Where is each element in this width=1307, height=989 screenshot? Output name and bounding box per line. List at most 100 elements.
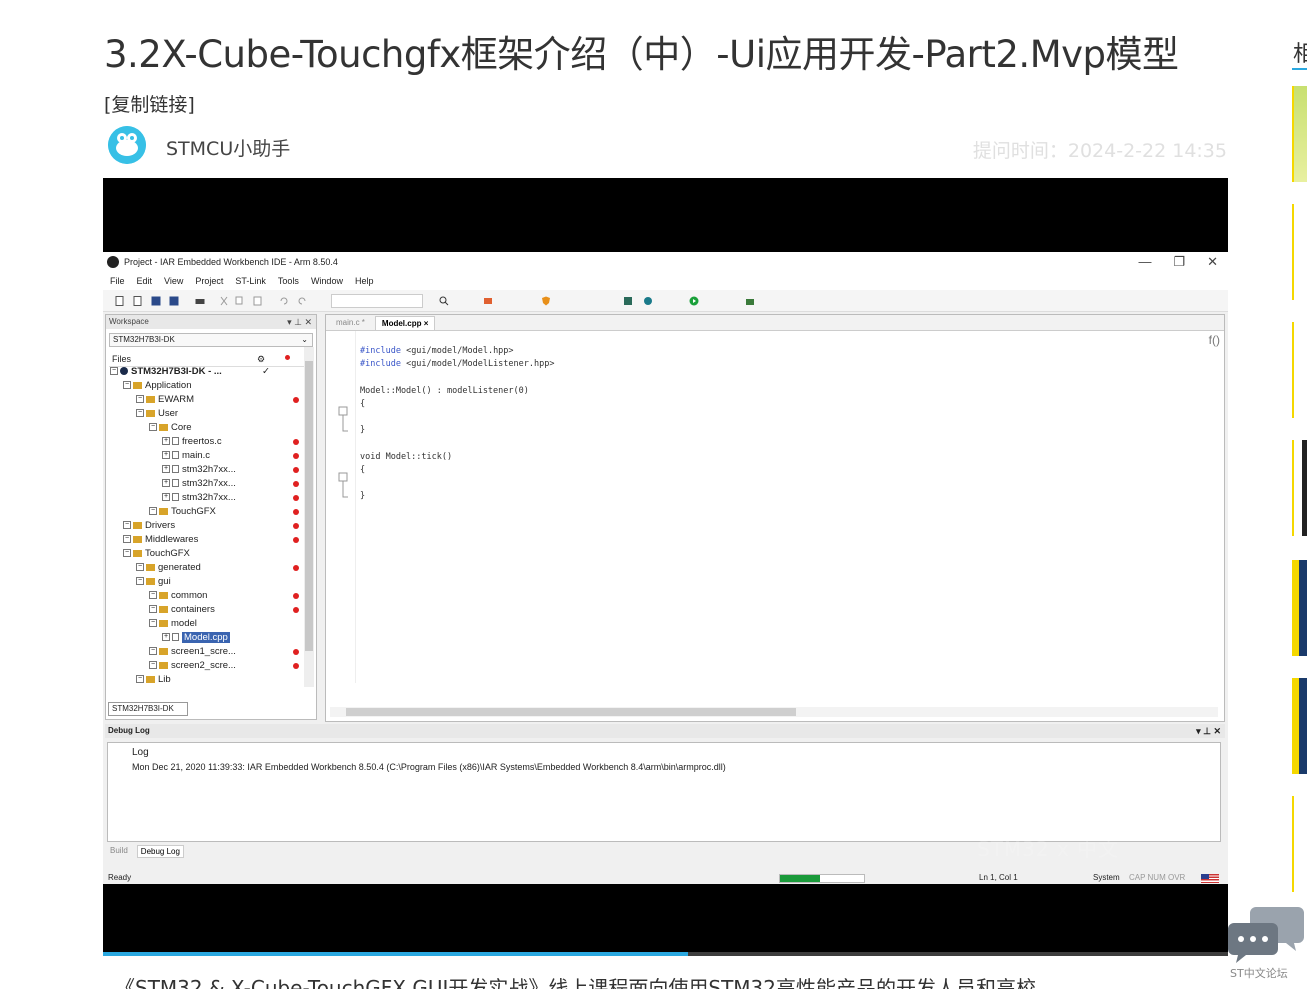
modified-dot-icon	[293, 663, 299, 669]
tree-item-label: TouchGFX	[171, 506, 216, 517]
menu-stlink: ST-Link	[235, 276, 266, 286]
video-player[interactable]: Project - IAR Embedded Workbench IDE - A…	[103, 178, 1228, 956]
folder-icon	[159, 507, 168, 515]
file-icon	[172, 479, 179, 488]
tree-item-label: Application	[145, 380, 192, 391]
code-text: <gui/model/Model.hpp>	[400, 346, 514, 356]
tree-item-label: generated	[158, 562, 201, 573]
code-line: {	[360, 398, 554, 411]
page-root: 3.2X-Cube-Touchgfx框架介绍（中）-Ui应用开发-Part2.M…	[0, 0, 1307, 989]
workspace-controls: ▾ ⊥ ✕	[287, 317, 312, 327]
workspace-scrollbar	[304, 347, 314, 687]
modified-dot-icon	[293, 537, 299, 543]
status-ready: Ready	[108, 873, 132, 882]
code-keyword: #include	[360, 359, 401, 370]
copy-link-button[interactable]: [复制链接]	[104, 90, 195, 117]
author-avatar[interactable]	[108, 126, 146, 164]
tree-item-label: containers	[171, 604, 215, 615]
tree-item: + freertos.c	[110, 435, 300, 449]
fold-marker-icon	[338, 472, 348, 482]
chevron-down-icon: ⌄	[301, 335, 308, 344]
workspace-scroll-thumb	[305, 361, 313, 651]
chat-bubble-icon	[1228, 907, 1304, 963]
expander-icon: −	[136, 563, 144, 572]
tree-item-label: freertos.c	[182, 436, 222, 447]
workspace-config-select: STM32H7B3I-DK ⌄	[109, 333, 313, 347]
debug-log-controls: ▾ ⊥ ✕	[1196, 726, 1221, 736]
debug-log-body: Log Mon Dec 21, 2020 11:39:33: IAR Embed…	[107, 742, 1221, 842]
debug-icon	[644, 297, 652, 305]
tree-item: − TouchGFX	[110, 505, 300, 519]
author-name[interactable]: STMCU小助手	[166, 134, 290, 161]
expander-icon: −	[149, 591, 157, 600]
modified-dot-icon	[293, 495, 299, 501]
code-text: {	[360, 464, 366, 475]
expander-icon: +	[162, 465, 170, 474]
status-system: System	[1093, 873, 1120, 882]
forum-label: ST中文论坛	[1230, 967, 1288, 980]
ide-titlebar: Project - IAR Embedded Workbench IDE - A…	[103, 252, 1228, 272]
tree-item-label: Middlewares	[145, 534, 199, 545]
menu-project: Project	[195, 276, 224, 286]
menu-tools: Tools	[277, 276, 299, 286]
code-line: Model::Model() : modelListener(0)	[360, 385, 554, 398]
tree-item: + stm32h7xx...	[110, 477, 300, 491]
menu-view: View	[164, 276, 184, 286]
code-text: void Model::tick()	[360, 451, 453, 462]
related-thumb-4[interactable]	[1292, 440, 1307, 536]
code-content: #include <gui/model/Model.hpp> #include <…	[360, 345, 554, 503]
save-icon	[151, 296, 161, 306]
copy-icon	[235, 296, 243, 305]
undo-icon	[280, 297, 288, 305]
expander-icon: +	[162, 479, 170, 488]
workspace-panel: Workspace ▾ ⊥ ✕ STM32H7B3I-DK ⌄ Files ⚙ …	[105, 314, 317, 720]
code-line: }	[360, 490, 554, 503]
expander-icon: −	[123, 549, 131, 558]
tree-item-label: screen1_scre...	[171, 646, 236, 657]
code-editor: main.c * Model.cpp × f() #include <gui/m…	[325, 314, 1225, 722]
ide-toolbar	[103, 290, 1228, 312]
tree-item-label: gui	[158, 576, 171, 587]
restore-icon: ❐	[1173, 254, 1186, 269]
window-controls: — ❐ ✕	[1138, 254, 1218, 270]
status-cursor: Ln 1, Col 1	[979, 873, 1018, 882]
file-icon	[172, 437, 179, 446]
page-title: 3.2X-Cube-Touchgfx框架介绍（中）-Ui应用开发-Part2.M…	[104, 33, 1179, 76]
expander-icon: −	[123, 381, 131, 390]
video-watermark: STM32 x 中文	[977, 837, 1120, 861]
video-progress-bar[interactable]	[103, 952, 1228, 956]
paste-icon	[253, 296, 262, 306]
modified-dot-icon	[293, 607, 299, 613]
related-thumb-6[interactable]	[1292, 678, 1307, 774]
expander-icon: −	[149, 423, 157, 432]
forum-chat-button[interactable]: ST中文论坛	[1226, 903, 1306, 985]
tree-item-label: screen2_scre...	[171, 660, 236, 671]
tree-item-label: stm32h7xx...	[182, 478, 236, 489]
modified-dot-icon	[293, 439, 299, 445]
tree-item-label: model	[171, 618, 197, 629]
related-thumb-3[interactable]	[1292, 322, 1307, 418]
bird-logo-icon	[108, 126, 146, 164]
related-thumb-7[interactable]	[1292, 796, 1307, 892]
debug-log-message: Mon Dec 21, 2020 11:39:33: IAR Embedded …	[132, 762, 726, 772]
fold-marker-icon	[338, 406, 348, 416]
related-thumb-2[interactable]	[1292, 204, 1307, 300]
modified-dot-icon	[293, 649, 299, 655]
tree-item: − screen1_scre...	[110, 645, 300, 659]
expander-icon: +	[162, 633, 170, 642]
status-progress	[779, 874, 865, 883]
ide-statusbar: Ready Ln 1, Col 1 System CAP NUM OVR	[103, 872, 1228, 884]
related-thumb-1[interactable]	[1292, 86, 1307, 182]
tree-item-label: Lib	[158, 674, 171, 685]
code-text: Model::Model() : modelListener(0)	[360, 385, 529, 396]
expander-icon: −	[149, 619, 157, 628]
code-line: }	[360, 424, 554, 437]
folder-icon	[146, 395, 155, 403]
folder-icon	[146, 409, 155, 417]
new-doc-icon	[133, 296, 142, 306]
modified-dot-icon	[293, 523, 299, 529]
related-thumb-5[interactable]	[1292, 560, 1307, 656]
code-text: }	[360, 491, 366, 502]
find-icon	[439, 296, 449, 306]
